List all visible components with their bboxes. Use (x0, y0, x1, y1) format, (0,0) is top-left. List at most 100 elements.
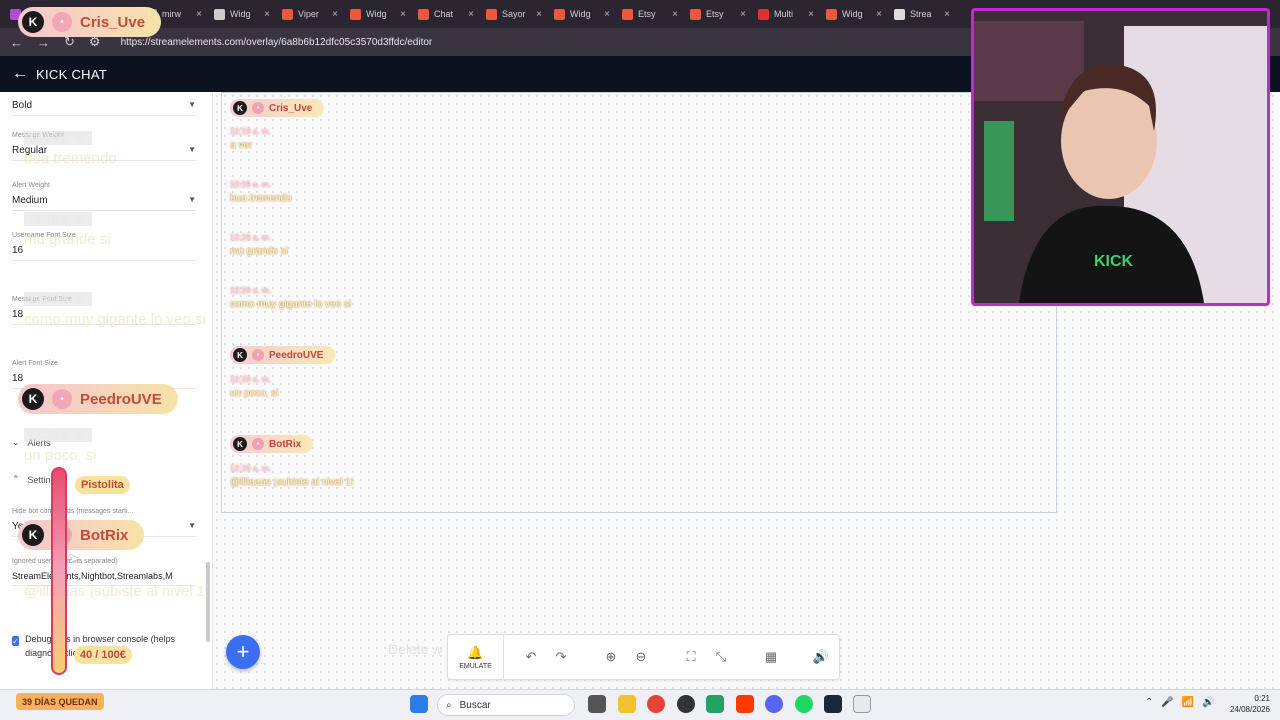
stream-chat-username: K • Cris_Uve (18, 7, 162, 37)
windows-start-icon[interactable] (410, 695, 428, 713)
chevron-up-icon[interactable]: ⌃ (1145, 697, 1153, 708)
clock-date: 24/08/2026 (1229, 705, 1270, 714)
browser-tab[interactable]: Widg × (548, 1, 616, 27)
redo-icon[interactable]: ↷ (546, 642, 576, 672)
microphone-icon[interactable]: 🎤 (1161, 697, 1173, 708)
address-input[interactable]: https://streamelements.com/overlay/6a8b6… (121, 37, 433, 48)
close-tab-icon[interactable]: × (332, 9, 338, 20)
message-text: @illiaaas ¡subiste al nivel 1! (230, 477, 354, 488)
input-value: 18 (12, 309, 24, 320)
spotify-icon[interactable] (795, 695, 813, 713)
taskbar-clock[interactable]: 0:21 24/08/2026 (1230, 693, 1270, 715)
close-tab-icon[interactable]: × (604, 9, 610, 20)
undo-icon[interactable]: ↶ (516, 642, 546, 672)
username-weight-select[interactable]: Bold ▼ (12, 94, 196, 116)
close-tab-icon[interactable]: × (536, 9, 542, 20)
obs-icon[interactable] (677, 695, 695, 713)
chat-widget-preview[interactable]: K • Cris_Uve 12:19 a. m. a ver 12:19 a. … (221, 92, 1057, 513)
browser-tab[interactable]: Viper × (276, 1, 344, 27)
tab-label: Widg (366, 9, 387, 19)
tab-favicon-icon (214, 8, 225, 20)
message-time: 12:19 a. m. (230, 127, 271, 136)
taskbar-search[interactable]: ⌕ Buscar (437, 694, 575, 716)
input-value: 18 (12, 373, 24, 384)
tab-label: Etsy (638, 9, 656, 19)
streamelements-icon[interactable] (853, 695, 871, 713)
browser-tab[interactable]: Widg × (344, 1, 412, 27)
volume-icon[interactable]: 🔊 (1202, 697, 1214, 708)
task-view-icon[interactable] (588, 695, 606, 713)
goal-progress-bar (51, 467, 67, 675)
volume-icon[interactable]: 🔊 (806, 642, 836, 672)
close-tab-icon[interactable]: × (468, 9, 474, 20)
close-tab-icon[interactable]: × (672, 9, 678, 20)
checkbox-checked-icon[interactable]: ✓ (12, 636, 20, 646)
tab-favicon-icon (826, 8, 837, 20)
clock-time: 0:21 (1254, 694, 1270, 703)
emulate-button[interactable]: 🔔 EMULATE (448, 634, 504, 680)
mouse-cursor-icon: ➤ (68, 550, 80, 566)
browser-tab[interactable]: Strea × (888, 1, 956, 27)
chevron-up-icon: ⌃ (12, 474, 20, 484)
user-badge-icon: • (52, 12, 72, 32)
tab-label: Multi (774, 9, 794, 19)
discord-icon[interactable] (765, 695, 783, 713)
browser-tab[interactable]: Etsy × (616, 1, 684, 27)
close-tab-icon[interactable]: × (740, 9, 746, 20)
arrow-left-icon[interactable]: ← (12, 65, 28, 83)
browser-tab[interactable]: Widg × (208, 1, 276, 27)
chevron-down-icon: ⌄ (12, 437, 20, 447)
username-badge: K • PeedroUVE (230, 346, 336, 364)
close-tab-icon[interactable]: × (196, 9, 202, 20)
webcam-frame: KICK (971, 8, 1270, 306)
tab-label: Etsy (706, 9, 724, 19)
close-tab-icon[interactable]: × (944, 9, 950, 20)
fit-screen-icon[interactable]: ⤡ (706, 642, 736, 672)
tab-favicon-icon (690, 8, 701, 20)
browser-tab[interactable]: Multi × (752, 1, 820, 27)
file-explorer-icon[interactable] (618, 695, 636, 713)
field-label: Ignored users (comma separated) (12, 558, 118, 565)
grid-icon[interactable]: ▦ (756, 642, 786, 672)
kick-logo-icon: K (233, 348, 247, 362)
browser-tab[interactable]: Widg × (820, 1, 888, 27)
wifi-icon[interactable]: 📶 (1182, 697, 1194, 708)
chrome-icon[interactable] (647, 695, 665, 713)
tab-label: Strea (910, 9, 932, 19)
illustrator-icon[interactable] (736, 695, 754, 713)
close-tab-icon[interactable]: × (264, 9, 270, 20)
add-widget-button[interactable]: + (226, 635, 260, 669)
goal-count-tag: 40 / 100€ (74, 646, 132, 664)
tab-favicon-icon (554, 8, 565, 20)
chat-message: 12:20 a. m. @illiaaas ¡subiste al nivel … (230, 464, 354, 488)
browser-tab[interactable]: Chat × (412, 1, 480, 27)
steam-icon[interactable] (824, 695, 842, 713)
windows-taskbar (0, 689, 1280, 720)
caret-down-icon: ▼ (188, 195, 196, 204)
zoom-out-icon[interactable]: ⊖ (626, 642, 656, 672)
browser-tab[interactable]: Sayor × (480, 1, 548, 27)
zoom-in-icon[interactable]: ⊕ (596, 642, 626, 672)
browser-tab[interactable]: Etsy × (684, 1, 752, 27)
kick-logo-icon: K (22, 11, 44, 33)
bell-icon: 🔔 (467, 644, 484, 660)
tab-label: Widg (230, 9, 251, 19)
panel-scrollbar[interactable] (206, 562, 210, 642)
ignored-users-input[interactable]: Ignored users (comma separated) StreamEl… (12, 558, 196, 586)
field-label: Alert Font Size (12, 360, 58, 367)
excel-icon[interactable] (706, 695, 724, 713)
message-text: a ver (230, 140, 253, 151)
delete-widget-hint: Delete w (388, 641, 443, 657)
fullscreen-icon[interactable]: ⛶ (676, 642, 706, 672)
search-placeholder: Buscar (459, 699, 491, 711)
back-icon[interactable]: ← (10, 35, 23, 50)
stream-chat-text: mu grande si (24, 231, 111, 248)
tab-label: Viper (298, 9, 319, 19)
close-tab-icon[interactable]: × (400, 9, 406, 20)
caret-down-icon: ▼ (188, 100, 196, 109)
tab-favicon-icon (894, 8, 905, 20)
close-tab-icon[interactable]: × (808, 9, 814, 20)
alert-weight-select[interactable]: Alert Weight Medium ▼ (12, 182, 196, 211)
username-badge: K • Cris_Uve (230, 99, 325, 117)
close-tab-icon[interactable]: × (876, 9, 882, 20)
